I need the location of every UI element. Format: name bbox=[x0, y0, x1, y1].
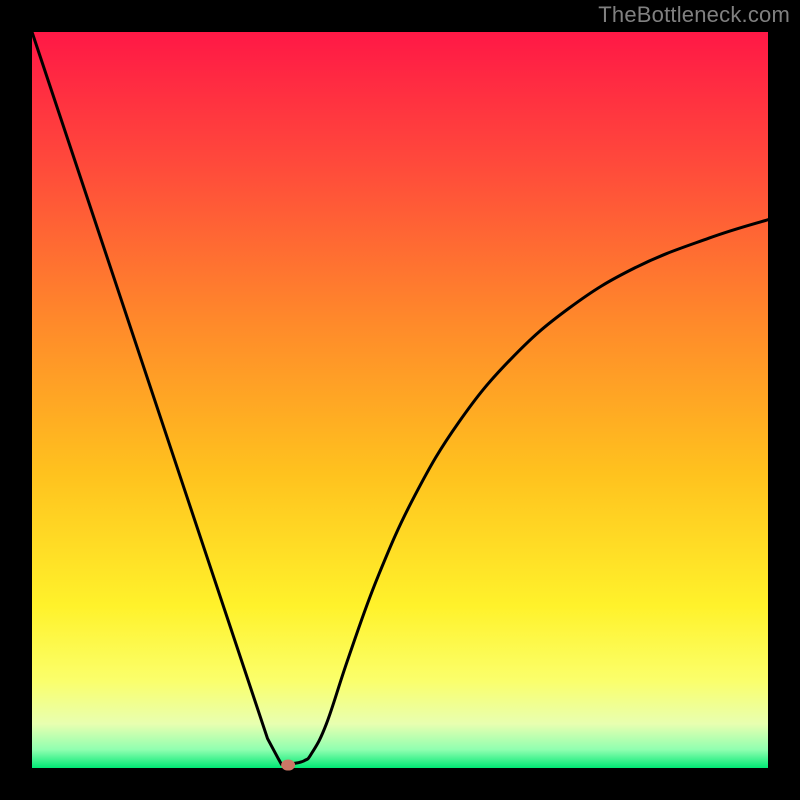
bottleneck-chart bbox=[0, 0, 800, 800]
chart-frame: TheBottleneck.com bbox=[0, 0, 800, 800]
plot-background bbox=[32, 32, 768, 768]
watermark-text: TheBottleneck.com bbox=[598, 2, 790, 28]
optimal-point-marker bbox=[281, 760, 295, 771]
